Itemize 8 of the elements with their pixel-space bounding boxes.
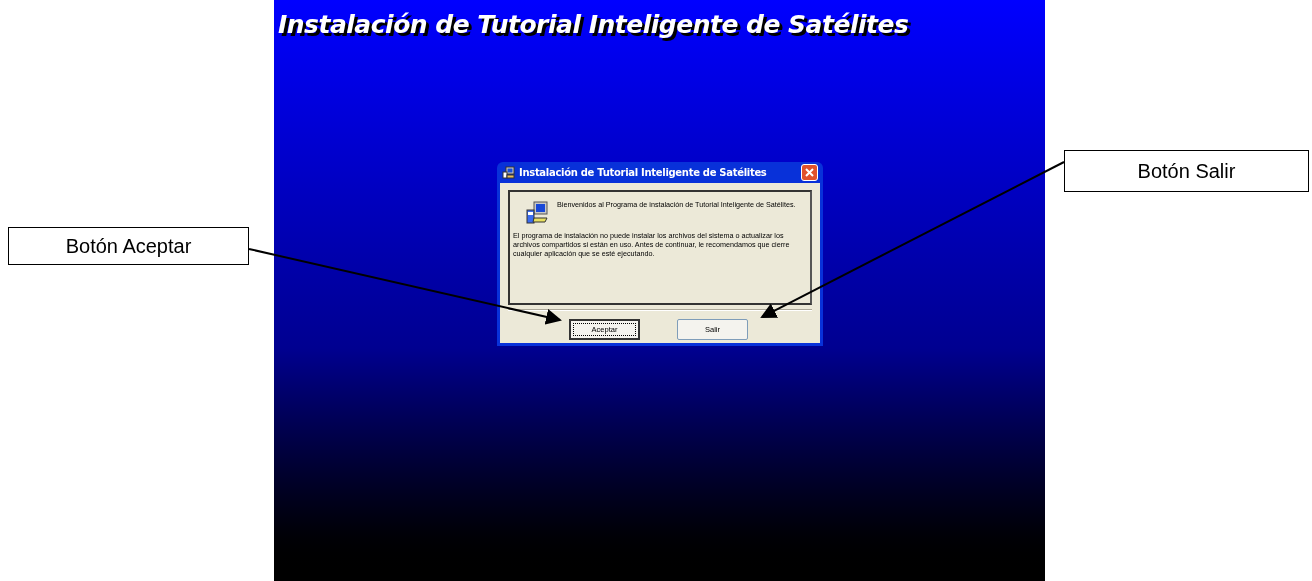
installer-icon: [502, 166, 515, 179]
callout-label: Botón Aceptar: [8, 227, 249, 265]
close-button[interactable]: [801, 164, 818, 181]
close-icon: [805, 168, 814, 177]
callout-label: Botón Salir: [1064, 150, 1309, 192]
screen-title: Instalación de Tutorial Inteligente de Satélites: [278, 10, 909, 40]
computer-icon: [525, 200, 549, 224]
dialog-title: Instalación de Tutorial Inteligente de Satélites: [519, 166, 768, 180]
